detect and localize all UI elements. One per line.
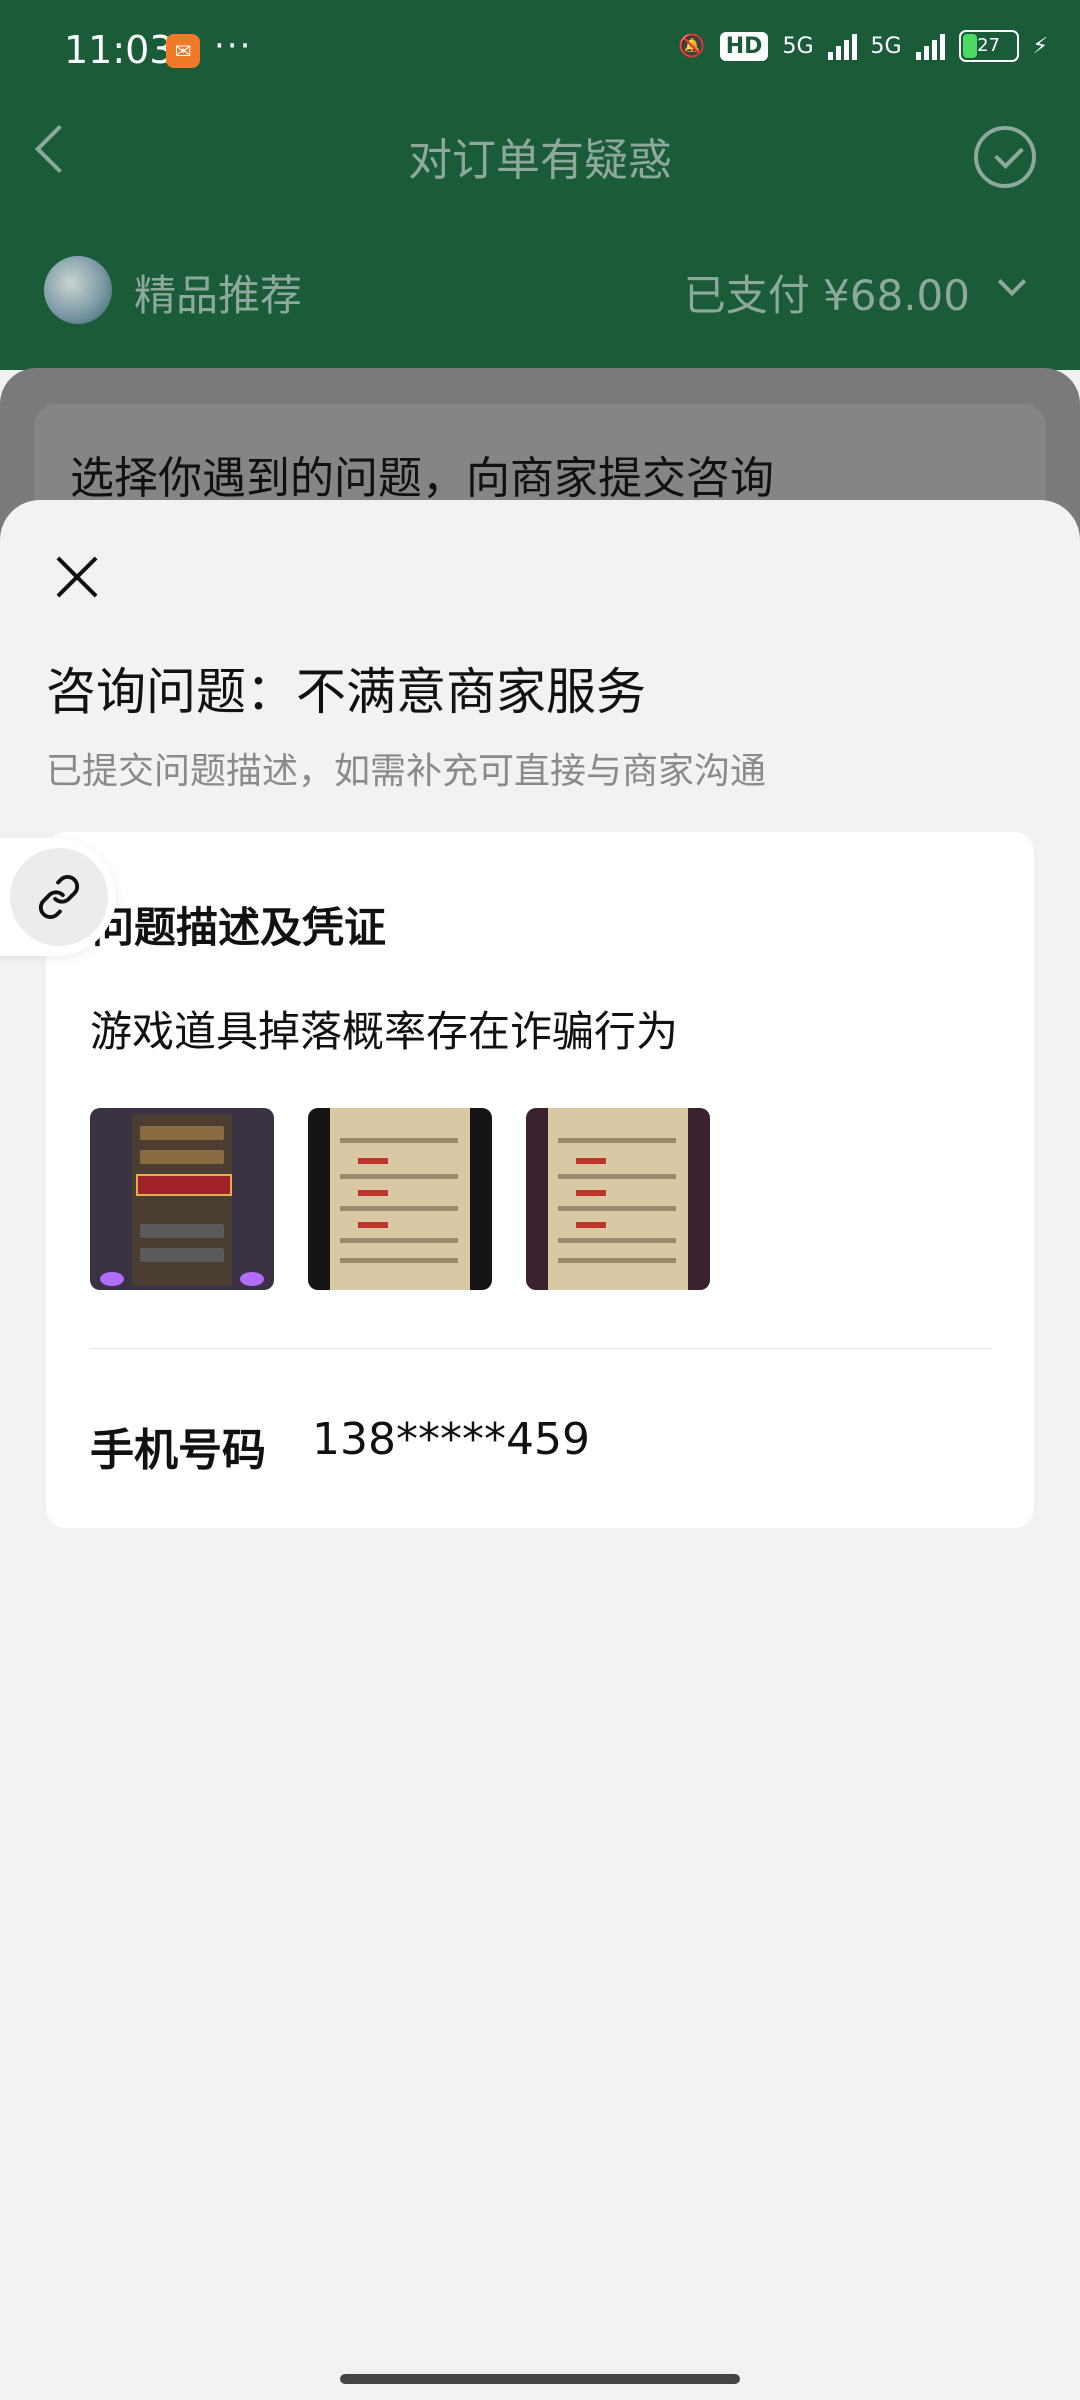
charging-icon: ⚡ — [1032, 33, 1048, 59]
thumb1-glow — [100, 1272, 124, 1286]
section-title: 问题描述及凭证 — [92, 903, 387, 952]
evidence-image-3[interactable] — [526, 1108, 710, 1290]
thumb1-row — [140, 1150, 224, 1164]
paid-amount[interactable]: 已支付 ¥68.00 — [684, 262, 970, 323]
thumb1-glow — [240, 1272, 264, 1286]
more-notifications-icon: ··· — [214, 26, 253, 66]
thumb3-mark — [576, 1190, 606, 1196]
thumb2-line — [340, 1138, 458, 1143]
link-icon[interactable] — [36, 874, 82, 920]
battery-icon: 27 — [958, 30, 1019, 62]
signal-icon — [827, 32, 857, 60]
home-indicator[interactable] — [340, 2374, 740, 2384]
problem-description: 游戏道具掉落概率存在诈骗行为 — [90, 1007, 679, 1056]
background-card-text: 选择你遇到的问题，向商家提交咨询 — [70, 453, 774, 504]
thumb2-mark — [358, 1158, 388, 1164]
thumb3-line — [558, 1258, 676, 1263]
thumb3-line — [558, 1174, 676, 1179]
battery-level: 27 — [977, 35, 1000, 56]
shop-name: 精品推荐 — [134, 271, 303, 320]
mute-icon: 🔕 — [678, 33, 706, 59]
thumb3-line — [558, 1238, 676, 1243]
thumb1-row — [140, 1248, 224, 1262]
thumb2-mark — [358, 1190, 388, 1196]
network-label-1: 5G — [782, 33, 814, 59]
divider — [90, 1348, 992, 1349]
thumb2-line — [340, 1206, 458, 1211]
thumb2-line — [340, 1238, 458, 1243]
status-time: 11:03 — [64, 28, 174, 72]
thumb1-selected-row — [136, 1174, 232, 1196]
thumb2-line — [340, 1258, 458, 1263]
close-icon[interactable] — [50, 550, 104, 604]
status-indicators: 🔕 HD 5G 5G 27 ⚡ — [678, 30, 1048, 62]
hd-badge: HD — [719, 31, 769, 61]
thumb1-row — [140, 1126, 224, 1140]
thumb3-line — [558, 1138, 676, 1143]
shop-logo — [44, 256, 112, 324]
page-title: 对订单有疑惑 — [408, 135, 672, 186]
thumb1-row — [140, 1224, 224, 1238]
sheet-title: 咨询问题：不满意商家服务 — [46, 663, 646, 721]
phone-label: 手机号码 — [90, 1425, 266, 1476]
phone-value: 138*****459 — [312, 1414, 590, 1465]
network-label-2: 5G — [870, 33, 902, 59]
thumb3-line — [558, 1206, 676, 1211]
thumb3-mark — [576, 1222, 606, 1228]
signal-icon-2 — [915, 32, 945, 60]
thumb2-line — [340, 1174, 458, 1179]
sheet-subtitle: 已提交问题描述，如需补充可直接与商家沟通 — [46, 751, 767, 792]
evidence-image-1[interactable] — [90, 1108, 274, 1290]
status-bar: 11:03 ✉ ··· 🔕 HD 5G 5G 27 ⚡ — [0, 0, 1080, 100]
thumb3-mark — [576, 1158, 606, 1164]
thumb2-mark — [358, 1222, 388, 1228]
notification-app-icon: ✉ — [166, 34, 200, 68]
evidence-image-2[interactable] — [308, 1108, 492, 1290]
